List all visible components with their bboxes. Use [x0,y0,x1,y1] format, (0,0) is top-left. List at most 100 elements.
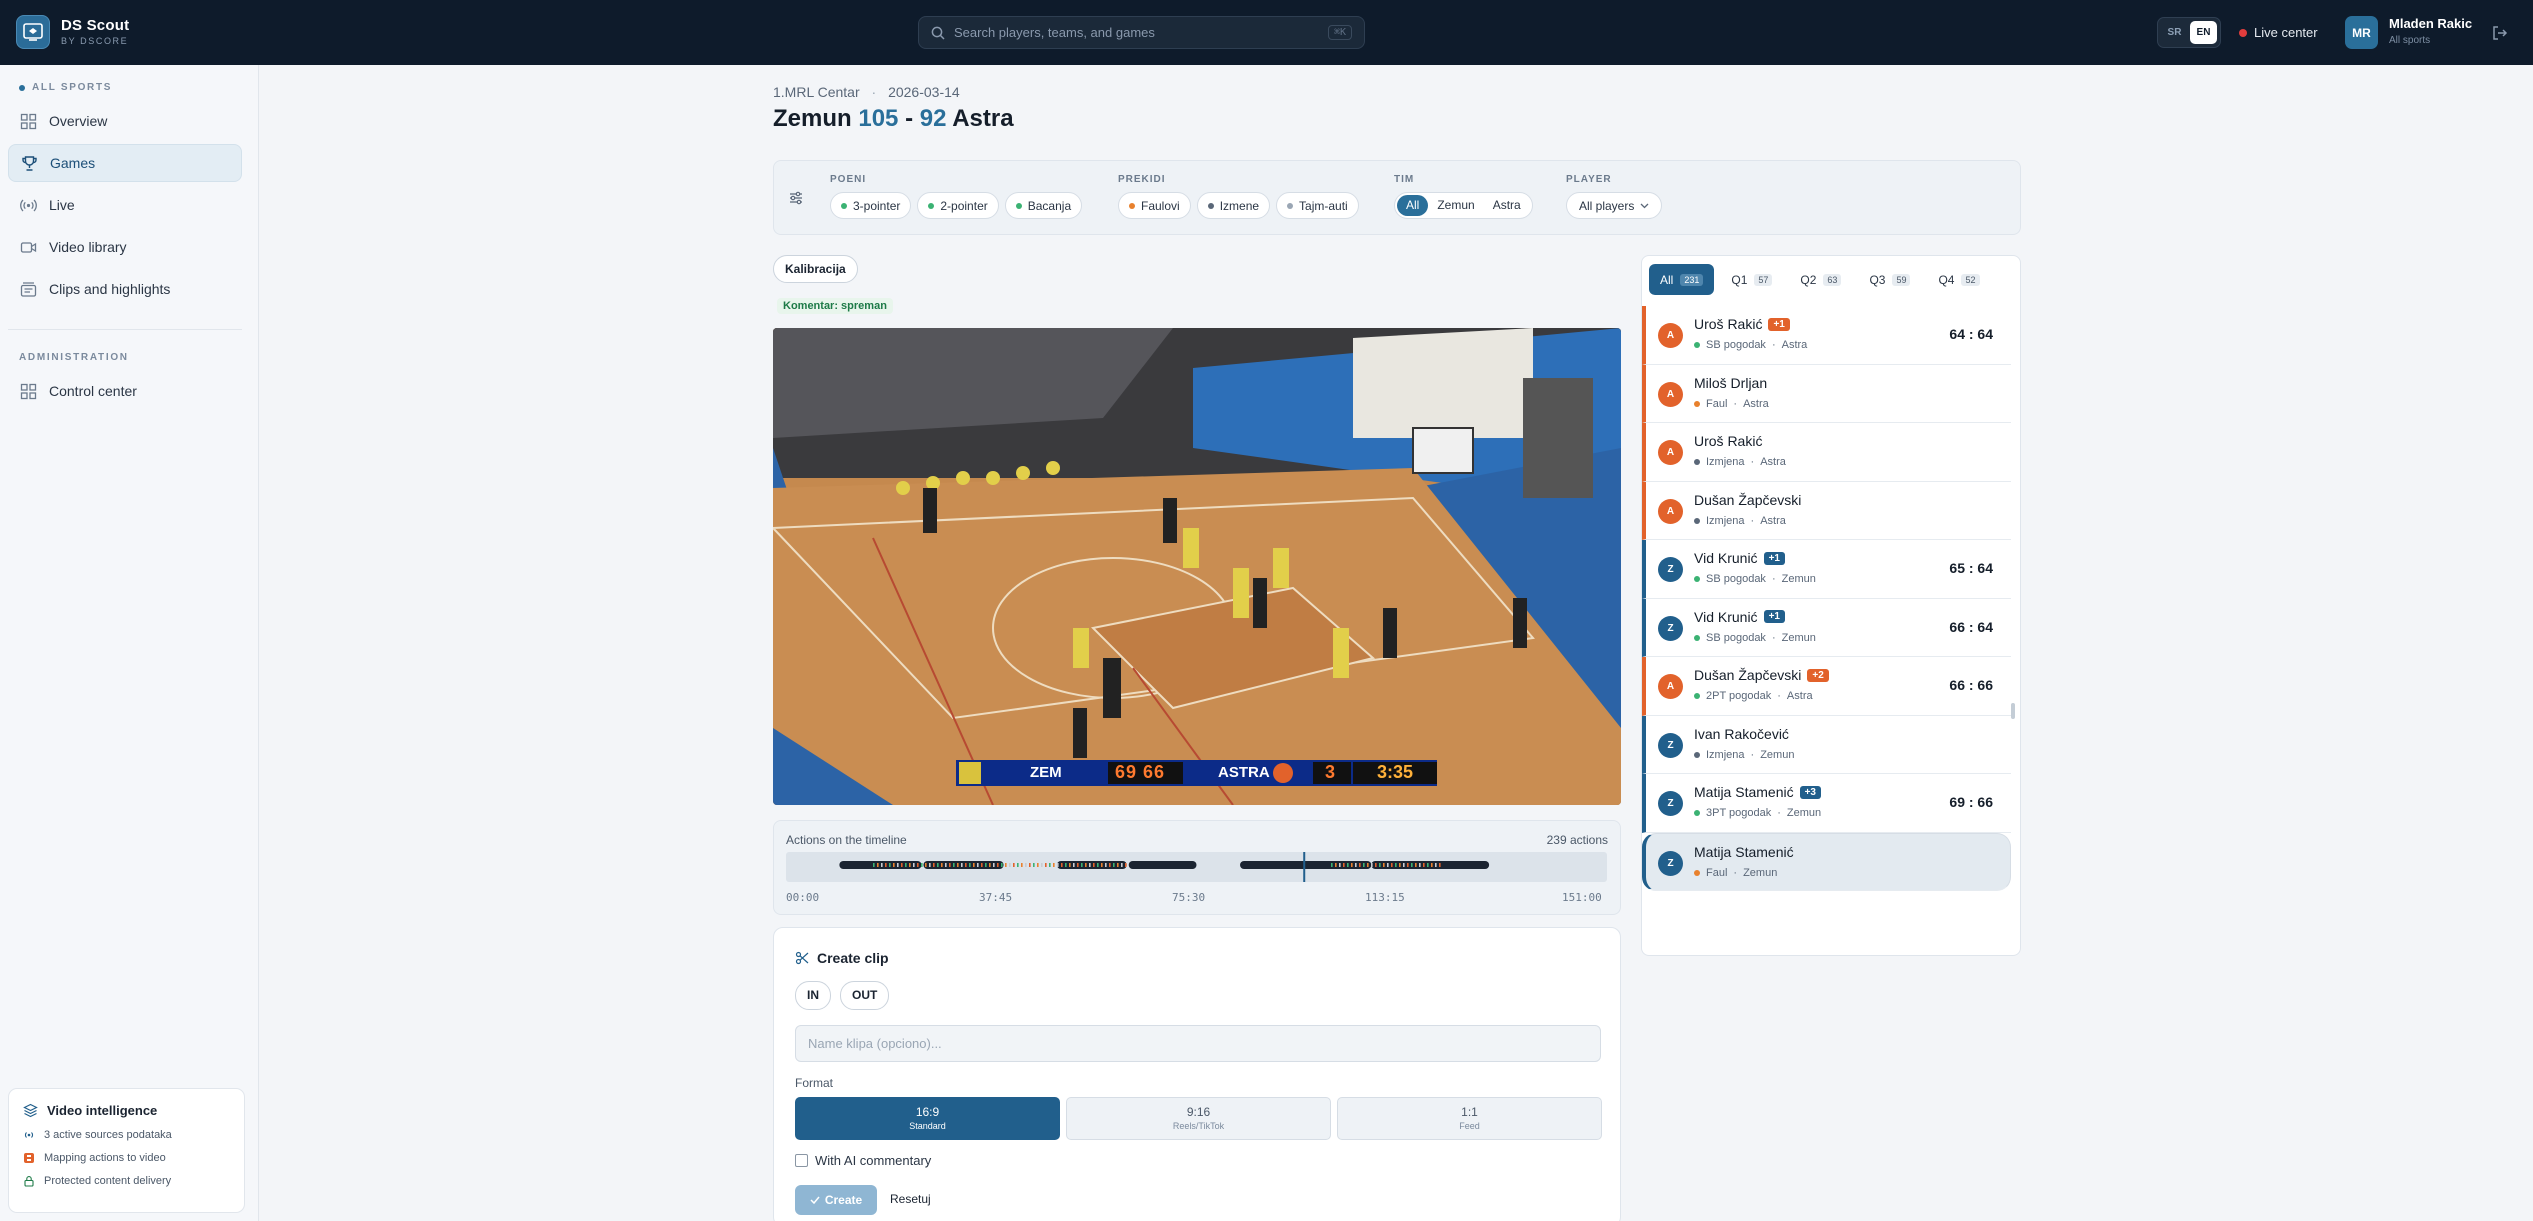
chip-izmene[interactable]: Izmene [1196,192,1271,219]
chip-bacanja[interactable]: Bacanja [1004,192,1083,219]
sidebar-item-control-center[interactable]: Control center [8,372,242,410]
timeline-action-marker[interactable] [1033,863,1035,867]
reset-button[interactable]: Resetuj [890,1192,931,1206]
timeline-action-marker[interactable] [1021,863,1023,867]
timeline-action-marker[interactable] [929,863,931,867]
sidebar-item-video-library[interactable]: Video library [8,228,242,266]
timeline-action-marker[interactable] [1101,863,1103,867]
chip-faulovi[interactable]: Faulovi [1118,192,1191,219]
timeline-action-marker[interactable] [1371,863,1373,867]
timeline-action-marker[interactable] [909,863,911,867]
team-option-all[interactable]: All [1397,195,1429,216]
timeline-action-marker[interactable] [1089,863,1091,867]
timeline-action-marker[interactable] [941,863,943,867]
timeline-action-marker[interactable] [1339,863,1341,867]
format-9-16-button[interactable]: 9:16 Reels/TikTok [1066,1097,1331,1140]
list-item[interactable]: A Miloš Drljan Faul · Astra [1642,364,2011,423]
timeline-action-marker[interactable] [925,863,927,867]
timeline-action-marker[interactable] [1109,863,1111,867]
timeline-action-marker[interactable] [1077,863,1079,867]
format-1-1-button[interactable]: 1:1 Feed [1337,1097,1602,1140]
timeline-action-marker[interactable] [1375,863,1377,867]
timeline-action-marker[interactable] [993,863,995,867]
timeline-action-marker[interactable] [893,863,895,867]
timeline-action-marker[interactable] [1049,863,1051,867]
timeline-action-marker[interactable] [1331,863,1333,867]
timeline-action-marker[interactable] [1097,863,1099,867]
chip-2-pointer[interactable]: 2-pointer [917,192,999,219]
timeline-action-marker[interactable] [981,863,983,867]
out-button[interactable]: OUT [840,981,890,1010]
timeline-action-marker[interactable] [1065,863,1067,867]
list-item[interactable]: A Dušan Žapčevski +2 2PT pogodak · Astra 66 : … [1642,657,2011,716]
lang-en[interactable]: EN [2190,21,2217,44]
timeline-action-marker[interactable] [1431,863,1433,867]
list-item[interactable]: Z Vid Krunić +1 SB pogodak · Zemun 65 : 64 [1642,540,2011,599]
timeline-action-marker[interactable] [901,863,903,867]
timeline-action-marker[interactable] [1423,863,1425,867]
timeline-action-marker[interactable] [965,863,967,867]
timeline-action-marker[interactable] [973,863,975,867]
timeline-action-marker[interactable] [1037,863,1039,867]
timeline-action-marker[interactable] [873,863,875,867]
timeline-action-marker[interactable] [1057,863,1059,867]
timeline-action-marker[interactable] [945,863,947,867]
global-search-input[interactable]: Search players, teams, and games ⌘K [918,16,1365,49]
timeline-action-marker[interactable] [1105,863,1107,867]
list-item[interactable]: A Uroš Rakić Izmjena · Astra [1642,423,2011,482]
timeline-action-marker[interactable] [1359,863,1361,867]
player-select[interactable]: All players [1566,192,1663,219]
logout-icon[interactable] [2491,24,2509,42]
timeline-action-marker[interactable] [937,863,939,867]
timeline-action-marker[interactable] [1009,863,1011,867]
timeline-action-marker[interactable] [1041,863,1043,867]
timeline-action-marker[interactable] [1125,863,1127,867]
timeline-action-marker[interactable] [877,863,879,867]
timeline-action-marker[interactable] [985,863,987,867]
tab-q2[interactable]: Q2 63 [1789,264,1852,295]
timeline-action-marker[interactable] [1387,863,1389,867]
league[interactable]: 1.MRL Centar [773,84,860,100]
timeline-action-marker[interactable] [1439,863,1441,867]
list-item[interactable]: A Dušan Žapčevski Izmjena · Astra [1642,481,2011,540]
in-button[interactable]: IN [795,981,831,1010]
list-item[interactable]: Z Matija Stamenić +3 3PT pogodak · Zemun 69 : … [1642,774,2011,833]
timeline-action-marker[interactable] [1045,863,1047,867]
timeline-action-marker[interactable] [1403,863,1405,867]
list-item[interactable]: A Uroš Rakić +1 SB pogodak · Astra 64 : 64 [1642,306,2011,365]
timeline-action-marker[interactable] [1121,863,1123,867]
timeline-action-marker[interactable] [1073,863,1075,867]
timeline-action-marker[interactable] [957,863,959,867]
timeline-action-marker[interactable] [961,863,963,867]
app-logo-icon[interactable] [16,15,50,49]
timeline-action-marker[interactable] [1379,863,1381,867]
timeline-action-marker[interactable] [1081,863,1083,867]
timeline-action-marker[interactable] [1053,863,1055,867]
timeline-action-marker[interactable] [969,863,971,867]
timeline-action-marker[interactable] [905,863,907,867]
timeline-action-marker[interactable] [1383,863,1385,867]
sidebar-item-live[interactable]: Live [8,186,242,224]
timeline-action-marker[interactable] [1017,863,1019,867]
timeline-action-marker[interactable] [1093,863,1095,867]
tab-all[interactable]: All 231 [1649,264,1715,295]
ai-commentary-checkbox[interactable]: With AI commentary [795,1153,931,1168]
timeline-action-marker[interactable] [1415,863,1417,867]
timeline-action-marker[interactable] [1069,863,1071,867]
timeline-action-marker[interactable] [949,863,951,867]
create-button[interactable]: Create [795,1185,877,1215]
timeline-action-marker[interactable] [1025,863,1027,867]
timeline-action-marker[interactable] [953,863,955,867]
timeline-action-marker[interactable] [1013,863,1015,867]
timeline-action-marker[interactable] [1399,863,1401,867]
list-item[interactable]: Z Vid Krunić +1 SB pogodak · Zemun 66 : 64 [1642,598,2011,657]
timeline-action-marker[interactable] [897,863,899,867]
timeline-action-marker[interactable] [917,863,919,867]
chip-3-pointer[interactable]: 3-pointer [830,192,912,219]
timeline-action-marker[interactable] [997,863,999,867]
sidebar-item-overview[interactable]: Overview [8,102,242,140]
timeline-action-marker[interactable] [1117,863,1119,867]
chip-tajm-auti[interactable]: Tajm-auti [1276,192,1359,219]
timeline-action-marker[interactable] [1005,863,1007,867]
list-item[interactable]: Z Ivan Rakočević Izmjena · Zemun [1642,715,2011,774]
